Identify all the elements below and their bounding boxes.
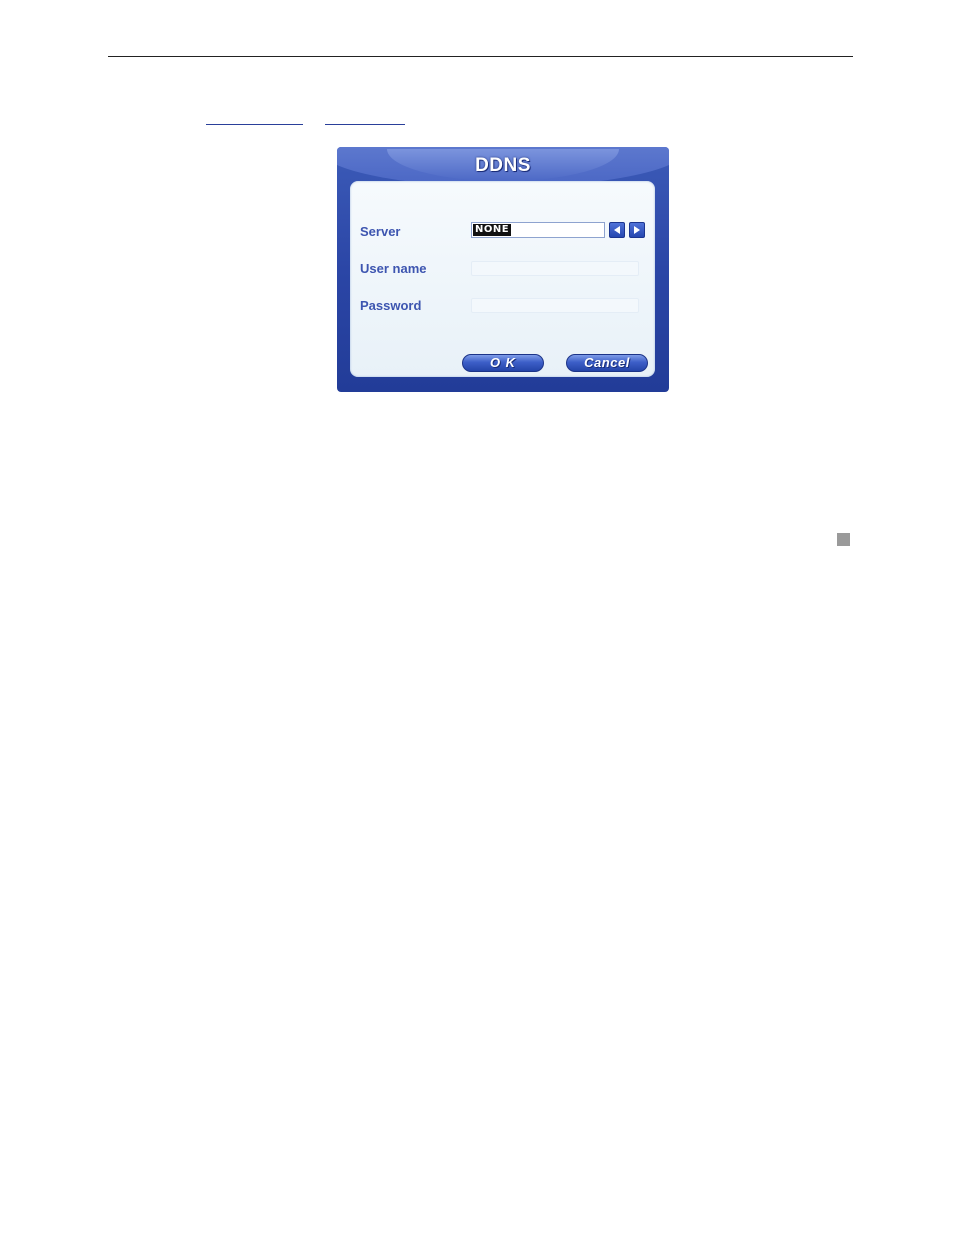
arrow-left-icon	[614, 226, 620, 234]
dialog-title: DDNS	[475, 155, 531, 176]
username-label: User name	[360, 261, 427, 276]
end-marker	[837, 533, 850, 546]
link-underline-first[interactable]	[206, 124, 303, 125]
ddns-dialog: DDNS Server NONE User name Password O K …	[337, 147, 669, 392]
server-value: NONE	[473, 224, 512, 236]
server-select[interactable]: NONE	[471, 222, 605, 238]
link-underline-second[interactable]	[325, 124, 405, 125]
password-label: Password	[360, 298, 422, 313]
cancel-button[interactable]: Cancel	[566, 354, 648, 372]
server-label: Server	[360, 224, 401, 239]
arrow-right-icon	[634, 226, 640, 234]
dialog-panel: Server NONE User name Password O K Cance…	[350, 181, 655, 377]
server-next-button[interactable]	[629, 222, 645, 238]
password-field[interactable]	[471, 298, 639, 313]
server-prev-button[interactable]	[609, 222, 625, 238]
username-field[interactable]	[471, 261, 639, 276]
ok-button[interactable]: O K	[462, 354, 544, 372]
header-rule	[108, 56, 853, 57]
